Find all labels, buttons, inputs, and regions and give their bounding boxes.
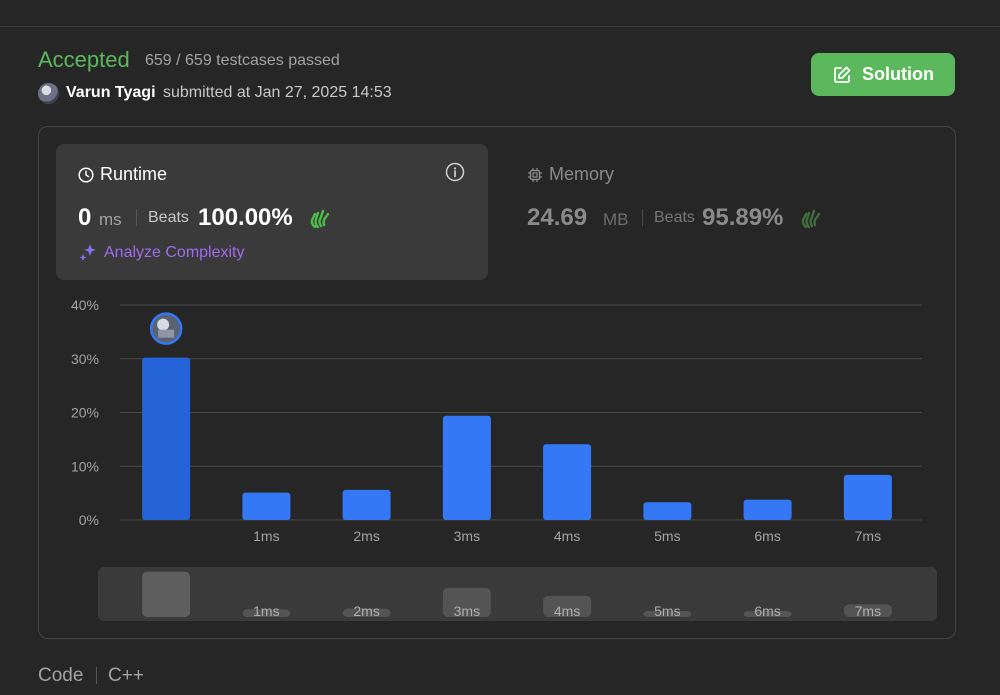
x-tick-label: 2ms: [353, 528, 379, 544]
y-tick-label: 30%: [71, 351, 99, 367]
x-tick-label: 7ms: [855, 528, 881, 544]
minimap-label: 5ms: [654, 603, 680, 619]
chart-minimap[interactable]: [98, 567, 937, 621]
avatar-detail: [158, 329, 175, 338]
minimap-label: 1ms: [253, 603, 279, 619]
x-tick-label: 4ms: [554, 528, 580, 544]
minimap-bar: [142, 571, 191, 617]
language-label: C++: [108, 665, 144, 686]
x-tick-label: 5ms: [654, 528, 680, 544]
x-tick-label: 3ms: [454, 528, 480, 544]
y-tick-label: 20%: [71, 405, 99, 421]
code-label[interactable]: Code: [38, 665, 83, 687]
bar[interactable]: [242, 492, 291, 520]
minimap-label: 6ms: [754, 603, 780, 619]
avatar-highlight: [157, 318, 170, 331]
runtime-distribution-chart[interactable]: 0% 10% 20% 30% 40% 1ms 2ms 3ms 4ms 5ms 6ms 7ms 1ms 2m…: [0, 0, 1000, 695]
bar[interactable]: [743, 499, 792, 520]
minimap-label: 4ms: [554, 603, 580, 619]
minimap-label: 2ms: [353, 603, 379, 619]
footer-divider: [96, 667, 97, 684]
bar[interactable]: [643, 502, 692, 520]
minimap-label: 3ms: [454, 603, 480, 619]
bar[interactable]: [442, 415, 491, 520]
x-tick-label: 6ms: [754, 528, 780, 544]
bar[interactable]: [843, 474, 892, 520]
bar[interactable]: [342, 489, 391, 520]
bar[interactable]: [543, 444, 592, 520]
x-tick-label: 1ms: [253, 528, 279, 544]
bar[interactable]: [142, 357, 191, 520]
y-tick-label: 0%: [79, 512, 99, 528]
y-tick-label: 40%: [71, 297, 99, 313]
minimap-label: 7ms: [855, 603, 881, 619]
y-tick-label: 10%: [71, 458, 99, 474]
